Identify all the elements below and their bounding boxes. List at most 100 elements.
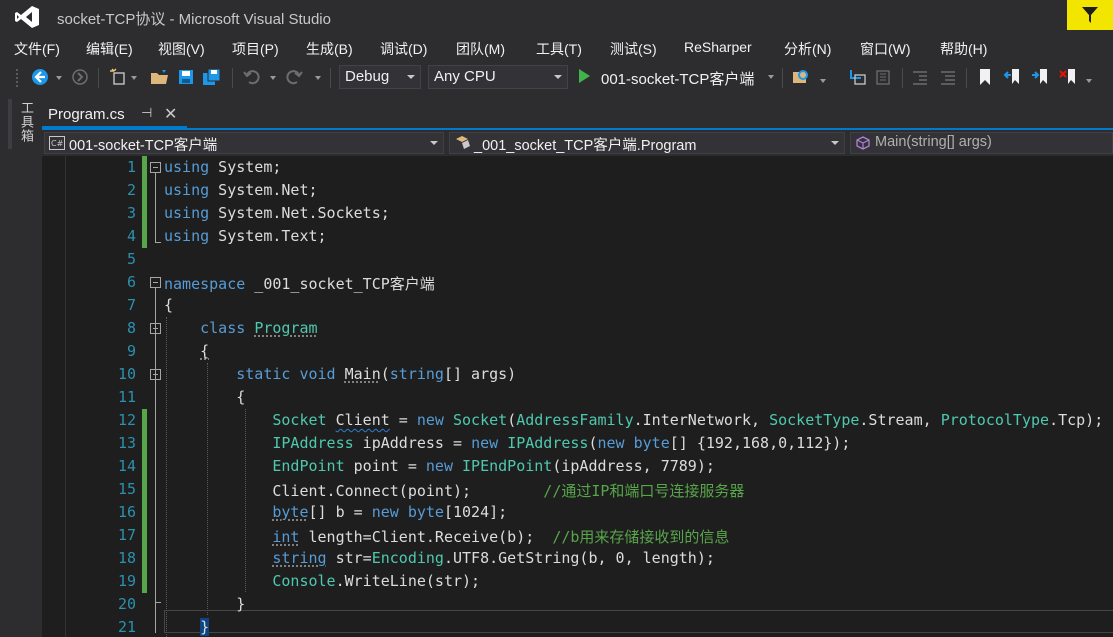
line-number: 8	[126, 319, 136, 337]
solution-configuration-dropdown[interactable]: Debug	[339, 65, 421, 89]
start-debugging-icon[interactable]	[574, 66, 594, 86]
code-line: 19 Console.WriteLine(str);	[42, 570, 1113, 593]
csharp-project-icon: C#	[49, 136, 65, 153]
line-number: 17	[117, 526, 136, 544]
menu-bar: 文件(F) 编辑(E) 视图(V) 项目(P) 生成(B) 调试(D) 团队(M…	[0, 34, 1113, 60]
line-number: 14	[117, 457, 136, 475]
find-dropdown-arrow[interactable]	[820, 79, 826, 83]
line-number: 5	[126, 250, 136, 268]
save-all-icon[interactable]	[202, 67, 222, 87]
open-folder-icon[interactable]	[150, 67, 170, 87]
back-icon[interactable]	[30, 67, 50, 87]
change-marker	[142, 409, 147, 432]
redo-icon[interactable]	[284, 67, 304, 87]
outdent-icon[interactable]	[910, 67, 930, 87]
tab-program-cs[interactable]: Program.cs ⊣ ✕	[42, 103, 187, 128]
redo-dropdown-arrow[interactable]	[315, 76, 321, 80]
find-in-files-icon[interactable]	[791, 67, 811, 87]
collapse-icon[interactable]	[150, 277, 161, 288]
menu-test[interactable]: 测试(S)	[610, 39, 657, 59]
class-dropdown[interactable]: _001_socket_TCP客户端.Program	[449, 132, 845, 154]
menu-window[interactable]: 窗口(W)	[860, 39, 911, 59]
menu-view[interactable]: 视图(V)	[158, 39, 205, 59]
new-project-icon[interactable]	[108, 67, 128, 87]
code-line: 11 {	[42, 386, 1113, 409]
visual-studio-logo-icon	[15, 6, 39, 28]
menu-help[interactable]: 帮助(H)	[940, 39, 987, 59]
class-icon	[454, 136, 472, 153]
start-dropdown-arrow[interactable]	[768, 75, 774, 79]
line-number: 21	[117, 618, 136, 636]
menu-edit[interactable]: 编辑(E)	[86, 39, 133, 59]
line-number: 10	[117, 365, 136, 383]
menu-resharper[interactable]: ReSharper	[684, 39, 752, 55]
close-icon[interactable]: ✕	[164, 104, 177, 123]
step-into-icon[interactable]	[848, 67, 868, 87]
menu-team[interactable]: 团队(M)	[456, 39, 505, 59]
change-marker	[142, 179, 147, 202]
collapse-icon[interactable]	[150, 323, 161, 334]
line-number: 18	[117, 549, 136, 567]
start-target-label[interactable]: 001-socket-TCP客户端	[601, 68, 754, 89]
standard-toolbar: Debug Any CPU 001-socket-TCP客户端	[0, 62, 1113, 92]
code-line: 10 static void Main(string[] args)	[42, 363, 1113, 386]
chevron-down-icon	[831, 141, 839, 145]
title-bar: socket-TCP协议 - Microsoft Visual Studio	[0, 0, 1113, 34]
member-dropdown[interactable]: Main(string[] args)	[850, 132, 1113, 154]
menu-tools[interactable]: 工具(T)	[536, 39, 582, 59]
menu-build[interactable]: 生成(B)	[306, 39, 353, 59]
code-line: 6 namespace _001_socket_TCP客户端	[42, 271, 1113, 294]
code-line: 15 Client.Connect(point); //通过IP和端口号连接服务…	[42, 478, 1113, 501]
code-line: 1 using System;	[42, 156, 1113, 179]
code-line: 14 EndPoint point = new IPEndPoint(ipAdd…	[42, 455, 1113, 478]
toolbar-separator	[782, 68, 783, 88]
undo-icon[interactable]	[242, 67, 262, 87]
line-number: 1	[126, 158, 136, 176]
undo-dropdown-arrow[interactable]	[270, 76, 276, 80]
svg-text:C#: C#	[51, 139, 64, 148]
clear-bookmarks-icon[interactable]	[1058, 67, 1078, 87]
toolbar-separator	[232, 68, 233, 88]
line-number: 19	[117, 572, 136, 590]
indent-icon[interactable]	[938, 67, 958, 87]
code-line: 21 }	[42, 616, 1113, 637]
change-marker	[142, 547, 147, 570]
tab-label: Program.cs	[48, 106, 125, 123]
line-number: 2	[126, 181, 136, 199]
new-dropdown-arrow[interactable]	[131, 76, 137, 80]
flag-icon	[1082, 7, 1098, 23]
line-number: 9	[126, 342, 136, 360]
toolbar-overflow-arrow[interactable]	[1086, 79, 1092, 83]
save-icon[interactable]	[176, 67, 196, 87]
forward-icon[interactable]	[70, 67, 90, 87]
back-dropdown-arrow[interactable]	[56, 76, 62, 80]
collapse-icon[interactable]	[150, 369, 161, 380]
change-marker	[142, 455, 147, 478]
code-editor[interactable]: 1 using System; 2 using System.Net; 3 us…	[42, 156, 1113, 637]
code-line: 2 using System.Net;	[42, 179, 1113, 202]
comment-icon[interactable]	[874, 67, 894, 87]
previous-bookmark-icon[interactable]	[1002, 67, 1022, 87]
collapse-icon[interactable]	[150, 162, 161, 173]
toolbox-tab[interactable]: 工具箱	[8, 99, 33, 149]
pin-icon[interactable]: ⊣	[141, 106, 152, 121]
notification-flag-button[interactable]	[1067, 0, 1113, 30]
next-bookmark-icon[interactable]	[1030, 67, 1050, 87]
change-marker	[142, 202, 147, 225]
menu-debug[interactable]: 调试(D)	[380, 39, 427, 59]
toolbar-grip[interactable]	[15, 68, 19, 88]
menu-project[interactable]: 项目(P)	[232, 39, 279, 59]
chevron-down-icon	[407, 75, 415, 79]
platform-value: Any CPU	[434, 68, 496, 85]
line-number: 4	[126, 227, 136, 245]
member-value: Main(string[] args)	[875, 134, 992, 150]
change-marker	[142, 524, 147, 547]
project-value: 001-socket-TCP客户端	[69, 138, 218, 154]
solution-platform-dropdown[interactable]: Any CPU	[428, 65, 568, 89]
project-dropdown[interactable]: C# 001-socket-TCP客户端	[44, 132, 444, 154]
bookmark-icon[interactable]	[975, 67, 995, 87]
menu-file[interactable]: 文件(F)	[14, 39, 60, 59]
line-number: 6	[126, 273, 136, 291]
menu-analyze[interactable]: 分析(N)	[784, 39, 831, 59]
line-number: 15	[117, 480, 136, 498]
